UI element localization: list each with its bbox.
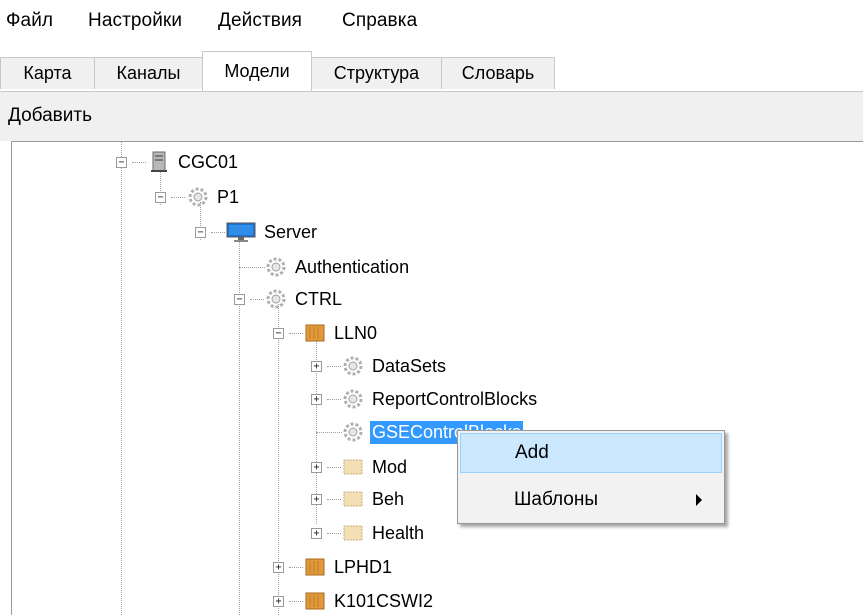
add-button[interactable]: Добавить [8, 105, 92, 127]
menu-actions[interactable]: Действия [218, 10, 302, 32]
tree-line [289, 601, 303, 602]
tree-line [289, 567, 303, 568]
node-label: Authentication [295, 256, 410, 277]
server-tower-icon [148, 151, 170, 173]
collapse-toggle[interactable]: − [234, 294, 245, 305]
tree-node-beh[interactable]: Beh [342, 484, 406, 514]
tree-line [289, 333, 303, 334]
tree-node-ctrl[interactable]: CTRL [265, 284, 344, 314]
gear-icon [187, 186, 209, 208]
logical-node-icon [304, 590, 326, 612]
tab-dictionary[interactable]: Словарь [441, 57, 555, 89]
gear-icon [342, 388, 364, 410]
expand-toggle[interactable]: + [273, 562, 284, 573]
expand-toggle[interactable]: + [311, 462, 322, 473]
logical-node-icon [304, 556, 326, 578]
collapse-toggle[interactable]: − [155, 192, 166, 203]
tree-line [327, 499, 341, 500]
context-menu-label: Шаблоны [514, 489, 599, 510]
expand-toggle[interactable]: + [311, 394, 322, 405]
node-label: Server [264, 221, 318, 242]
tree-line [171, 197, 185, 198]
tree-line [327, 399, 341, 400]
node-label: ReportControlBlocks [372, 388, 538, 409]
context-menu-add[interactable]: Add [460, 433, 722, 473]
tree-node-p1[interactable]: P1 [187, 182, 241, 212]
expand-toggle[interactable]: + [311, 528, 322, 539]
tree-line [327, 366, 341, 367]
node-label: Health [372, 522, 425, 543]
tree-node-mod[interactable]: Mod [342, 452, 409, 482]
tab-structure[interactable]: Структура [311, 57, 442, 89]
node-label: Mod [372, 456, 408, 477]
logical-node-icon [304, 322, 326, 344]
node-label: CGC01 [178, 151, 239, 172]
tree-line [250, 299, 264, 300]
tree-line [121, 142, 122, 615]
tree-node-cgc01[interactable]: CGC01 [148, 147, 240, 177]
node-label: LLN0 [334, 322, 378, 343]
menu-bar: Файл Настройки Действия Справка [0, 0, 863, 42]
node-label: P1 [217, 186, 240, 207]
context-menu: Add Шаблоны [457, 430, 725, 524]
gear-icon [265, 256, 287, 278]
tree-node-server[interactable]: Server [226, 217, 319, 247]
node-label: LPHD1 [334, 556, 393, 577]
tab-strip: Карта Каналы Модели Структура Словарь [0, 49, 863, 92]
menu-file[interactable]: Файл [6, 10, 53, 32]
collapse-toggle[interactable]: − [273, 328, 284, 339]
tab-map[interactable]: Карта [0, 57, 95, 89]
tree-line [327, 467, 341, 468]
tree-line [327, 533, 341, 534]
toolbar: Добавить [0, 92, 863, 141]
collapse-toggle[interactable]: − [195, 227, 206, 238]
tree-node-reportcontrolblocks[interactable]: ReportControlBlocks [342, 384, 539, 414]
collapse-toggle[interactable]: − [116, 157, 127, 168]
node-label: K101CSWI2 [334, 590, 434, 611]
node-label: DataSets [372, 355, 447, 376]
submenu-arrow-icon [696, 494, 702, 506]
context-menu-label: Add [515, 442, 549, 463]
node-label: CTRL [295, 288, 343, 309]
menu-help[interactable]: Справка [342, 10, 417, 32]
context-menu-templates[interactable]: Шаблоны [460, 481, 722, 521]
tab-channels[interactable]: Каналы [94, 57, 203, 89]
monitor-icon [226, 221, 256, 243]
expand-toggle[interactable]: + [311, 494, 322, 505]
tree-line [239, 267, 265, 268]
tree-node-lphd1[interactable]: LPHD1 [304, 552, 394, 582]
expand-toggle[interactable]: + [273, 596, 284, 607]
tree-node-lln0[interactable]: LLN0 [304, 318, 379, 348]
tree-line [211, 232, 225, 233]
data-object-icon [342, 522, 364, 544]
tree-node-k101cswi2[interactable]: K101CSWI2 [304, 586, 435, 615]
model-tree[interactable]: − − − − − + + + + + + + CGC01 P1 Server … [11, 141, 863, 615]
node-label: Beh [372, 488, 405, 509]
tree-line [316, 432, 342, 433]
expand-toggle[interactable]: + [311, 361, 322, 372]
tree-node-datasets[interactable]: DataSets [342, 351, 448, 381]
tree-node-authentication[interactable]: Authentication [265, 252, 411, 282]
gear-icon [342, 421, 364, 443]
data-object-icon [342, 456, 364, 478]
menu-settings[interactable]: Настройки [88, 10, 182, 32]
gear-icon [265, 288, 287, 310]
data-object-icon [342, 488, 364, 510]
tree-line [132, 162, 146, 163]
tree-node-health[interactable]: Health [342, 518, 426, 548]
gear-icon [342, 355, 364, 377]
tab-models[interactable]: Модели [202, 51, 312, 91]
